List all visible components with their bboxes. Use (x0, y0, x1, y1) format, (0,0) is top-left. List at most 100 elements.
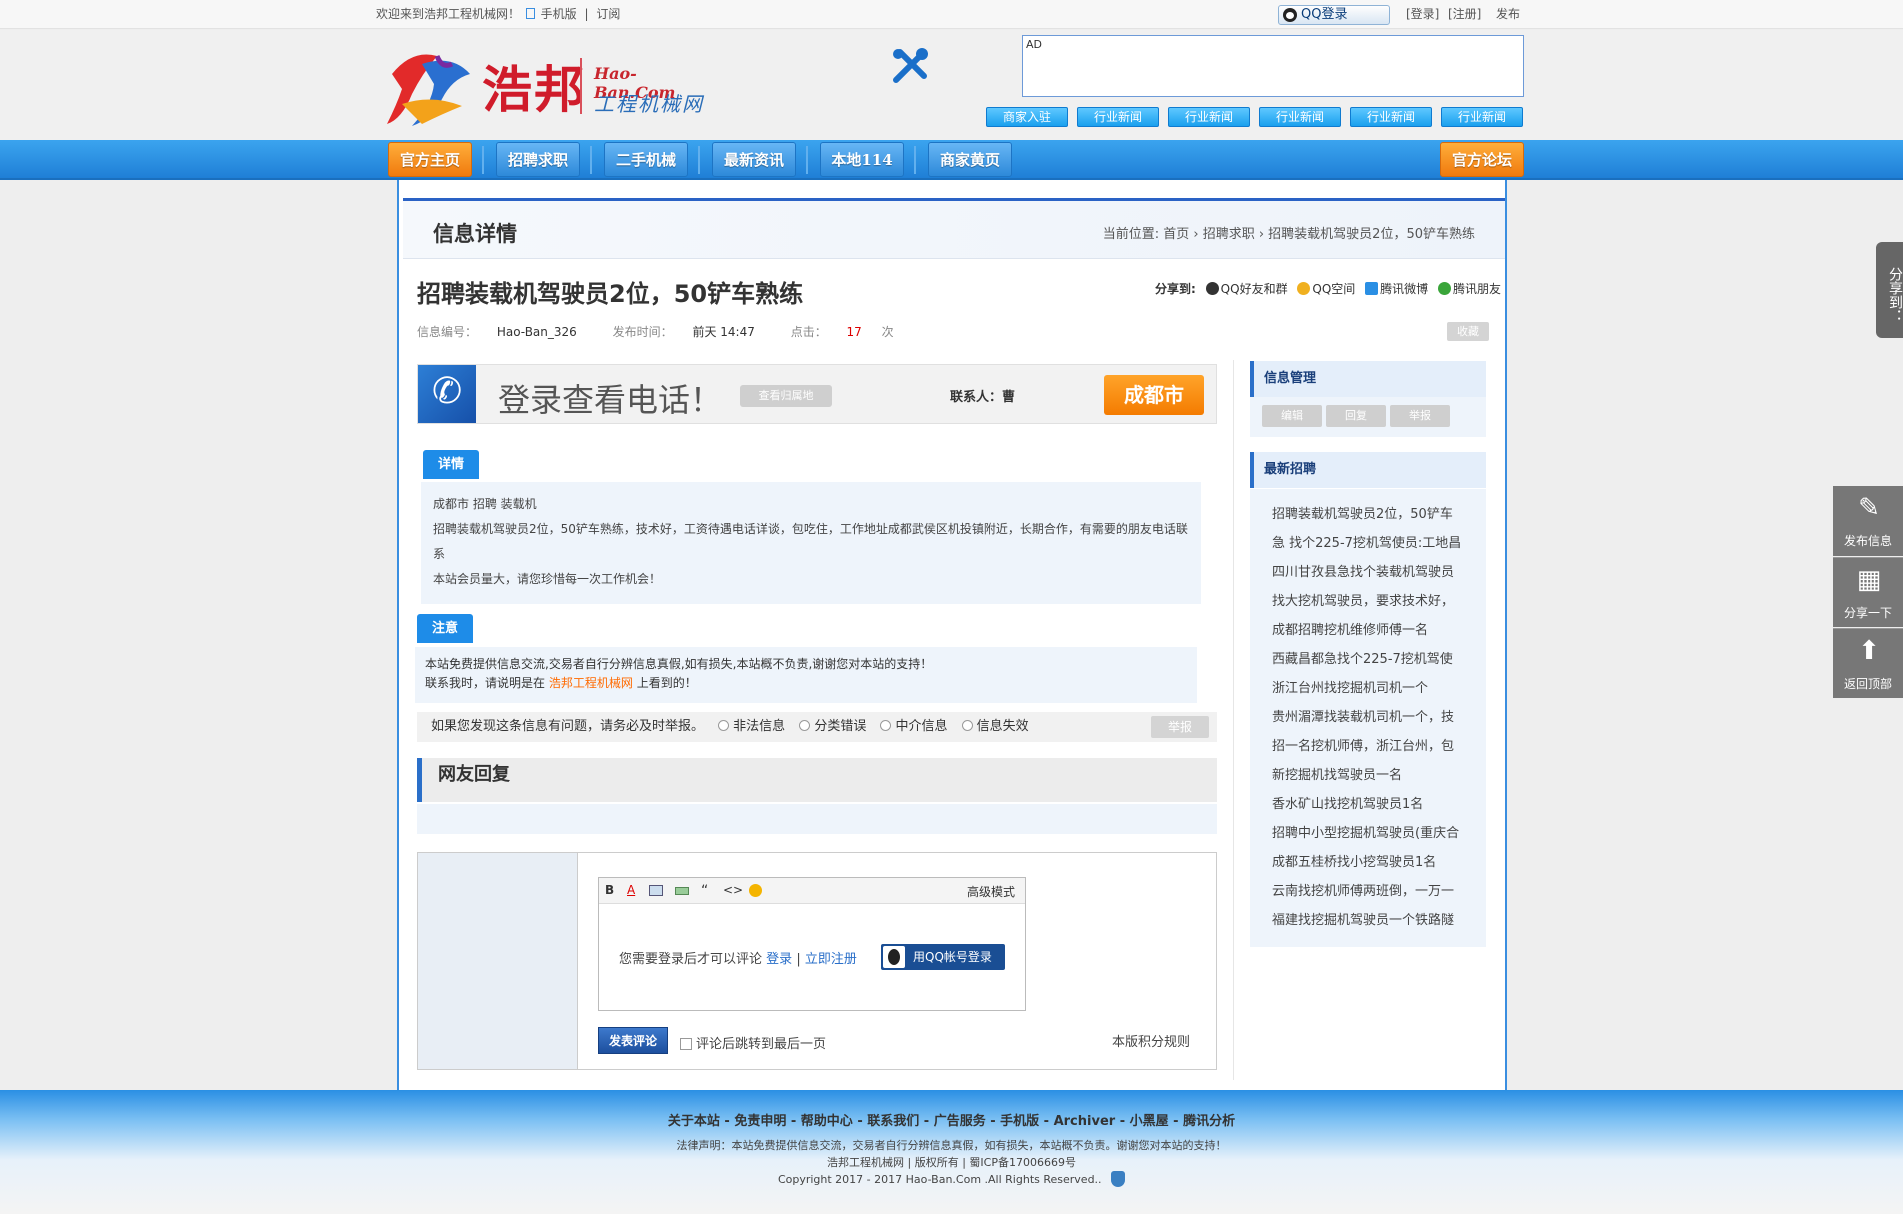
meta-time-value: 前天 14:47 (692, 325, 755, 339)
share-qq-friends[interactable]: QQ好友和群 (1205, 280, 1288, 297)
ad-banner[interactable]: AD (1022, 35, 1524, 97)
recent-job-item[interactable]: 新挖掘机找驾驶员一名 (1272, 764, 1472, 783)
recent-job-item[interactable]: 招聘装载机驾驶员2位，50铲车 (1272, 503, 1472, 522)
float-publish-button[interactable]: ✎ 发布信息 (1833, 486, 1903, 556)
back-to-top-button[interactable]: ⬆ 返回顶部 (1833, 628, 1903, 698)
code-icon[interactable]: <> (723, 883, 743, 897)
nav-jobs[interactable]: 招聘求职 (496, 142, 580, 177)
qr-code-icon: ▦ (1856, 565, 1882, 595)
share-tencent-weibo[interactable]: 腾讯微博 (1365, 280, 1428, 297)
footer-legal: 法律声明：本站免费提供信息交流，交易者自行分辨信息真假，如有损失，本站概不负责。… (676, 1139, 1227, 1152)
subscribe-link[interactable]: 订阅 (596, 7, 620, 21)
mobile-link[interactable]: 手机版 (541, 7, 577, 21)
report-option-expired[interactable]: 信息失效 (952, 719, 1029, 734)
qq-login-button[interactable]: QQ登录 (1278, 5, 1390, 25)
report-option-wrong-category[interactable]: 分类错误 (789, 719, 866, 734)
report-bar: 如果您发现这条信息有问题，请务必及时举报。 非法信息 分类错误 中介信息 信息失… (417, 712, 1217, 742)
breadcrumb[interactable]: 当前位置: 首页 › 招聘求职 › 招聘装载机驾驶员2位，50铲车熟练 (1103, 223, 1475, 242)
recent-job-item[interactable]: 西藏昌都急找个225-7挖机驾使 (1272, 648, 1472, 667)
meta-clicks: 点击： 17 次 (791, 325, 910, 339)
share-side-tab[interactable]: 分享到： (1876, 242, 1903, 338)
comment-login-link[interactable]: 登录 (766, 952, 792, 967)
recent-job-item[interactable]: 成都五桂桥找小挖驾驶员1名 (1272, 851, 1472, 870)
info-header: 信息详情 当前位置: 首页 › 招聘求职 › 招聘装载机驾驶员2位，50铲车熟练 (403, 201, 1505, 259)
content-panel: 信息详情 当前位置: 首页 › 招聘求职 › 招聘装载机驾驶员2位，50铲车熟练… (397, 180, 1507, 1090)
industry-news-button-3[interactable]: 行业新闻 (1259, 107, 1341, 127)
recent-job-item[interactable]: 找大挖机驾驶员，要求技术好， (1272, 590, 1472, 609)
share-bar: 分享到: QQ好友和群 QQ空间 腾讯微博 腾讯朋友 (1155, 280, 1501, 297)
report-option-label: 非法信息 (733, 719, 786, 734)
share-friends-label: 腾讯朋友 (1452, 282, 1501, 296)
smiley-icon[interactable] (749, 884, 762, 897)
recent-job-item[interactable]: 招聘中小型挖掘机驾驶员(重庆合 (1272, 822, 1472, 841)
share-qzone[interactable]: QQ空间 (1297, 280, 1355, 297)
nav-yellow-pages[interactable]: 商家黄页 (928, 142, 1012, 177)
meta-clicks-label: 点击： (790, 325, 827, 339)
notice-line: 本站免费提供信息交流,交易者自行分辨信息真假,如有损失,本站概不负责,谢谢您对本… (425, 657, 933, 671)
recent-job-item[interactable]: 香水矿山找挖机驾驶员1名 (1272, 793, 1472, 812)
recent-job-item[interactable]: 招一名挖机师傅，浙江台州，包 (1272, 735, 1472, 754)
recent-job-item[interactable]: 福建找挖掘机驾驶员一个铁路隧 (1272, 909, 1472, 928)
nav-used-machinery[interactable]: 二手机械 (604, 142, 688, 177)
nav-home[interactable]: 官方主页 (388, 142, 472, 177)
link-icon[interactable] (675, 887, 689, 895)
industry-news-button-5[interactable]: 行业新闻 (1441, 107, 1523, 127)
footer-links[interactable]: 关于本站 - 免责申明 - 帮助中心 - 联系我们 - 广告服务 - 手机版 -… (0, 1110, 1903, 1129)
view-location-button[interactable]: 查看归属地 (740, 385, 832, 407)
report-option-illegal[interactable]: 非法信息 (708, 719, 785, 734)
float-share-button[interactable]: ▦ 分享一下 (1833, 557, 1903, 627)
comment-editor[interactable]: B A “ <> 高级模式 您需要登录后才可以评论 登录 | 立即注册 用QQ帐… (598, 877, 1026, 1011)
report-button[interactable]: 举报 (1151, 716, 1209, 738)
merchant-join-button[interactable]: 商家入驻 (986, 107, 1068, 127)
nav-forum[interactable]: 官方论坛 (1440, 142, 1524, 177)
phone-icon: ✆ (418, 365, 476, 423)
qq-account-login-button[interactable]: 用QQ帐号登录 (881, 944, 1005, 970)
advanced-mode-link[interactable]: 高级模式 (967, 883, 1015, 900)
float-publish-label: 发布信息 (1843, 534, 1892, 548)
industry-news-button-1[interactable]: 行业新闻 (1077, 107, 1159, 127)
edit-icon: ✎ (1858, 493, 1880, 523)
jump-last-page-checkbox[interactable]: 评论后跳转到最后一页 (680, 1033, 826, 1052)
font-color-icon[interactable]: A (627, 883, 635, 897)
post-comment-button[interactable]: 发表评论 (598, 1027, 668, 1054)
ad-label: AD (1026, 38, 1042, 51)
industry-news-button-4[interactable]: 行业新闻 (1350, 107, 1432, 127)
points-rules-link[interactable]: 本版积分规则 (1112, 1031, 1190, 1050)
edit-button[interactable]: 编辑 (1262, 405, 1322, 427)
report-side-button[interactable]: 举报 (1390, 405, 1450, 427)
recent-job-item[interactable]: 四川甘孜县急找个装载机驾驶员 (1272, 561, 1472, 580)
bold-icon[interactable]: B (605, 883, 614, 897)
recent-job-item[interactable]: 云南找挖机师傅两班倒，一万一 (1272, 880, 1472, 899)
nav-divider (482, 146, 484, 174)
security-shield-icon[interactable] (1111, 1171, 1126, 1187)
notice-text: 联系我时，请说明是在 (425, 676, 546, 690)
favorite-button[interactable]: 收藏 (1447, 322, 1489, 341)
recent-job-item[interactable]: 贵州湄潭找装载机司机一个，技 (1272, 706, 1472, 725)
nav-news[interactable]: 最新资讯 (712, 142, 796, 177)
nav-local114[interactable]: 本地114 (820, 142, 904, 177)
quote-icon[interactable]: “ (701, 883, 708, 899)
back-to-top-label: 返回顶部 (1843, 677, 1892, 691)
recent-job-item[interactable]: 急 找个225-7挖机驾使员:工地昌 (1272, 532, 1472, 551)
meta-id-label: 信息编号： (417, 325, 478, 339)
recent-job-item[interactable]: 成都招聘挖机维修师傅一名 (1272, 619, 1472, 638)
login-link[interactable]: [登录] (1406, 0, 1439, 29)
reply-button[interactable]: 回复 (1326, 405, 1386, 427)
recent-job-item[interactable]: 浙江台州找挖掘机司机一个 (1272, 677, 1472, 696)
login-view-phone[interactable]: 登录查看电话！ (498, 375, 722, 421)
register-link[interactable]: [注册] (1448, 0, 1481, 29)
image-icon[interactable] (649, 885, 663, 896)
qq-penguin-icon (1283, 8, 1297, 22)
comment-register-link[interactable]: 立即注册 (805, 952, 857, 967)
nav-divider (698, 146, 700, 174)
share-tencent-friends[interactable]: 腾讯朋友 (1437, 280, 1501, 297)
site-name-link[interactable]: 浩邦工程机械网 (549, 676, 633, 690)
meta-id: 信息编号： Hao-Ban_326 (417, 325, 593, 339)
sidebar-divider (1233, 360, 1234, 1080)
industry-news-button-2[interactable]: 行业新闻 (1168, 107, 1250, 127)
separator: | (584, 7, 589, 21)
site-logo[interactable]: 浩邦 Hao-Ban.Com 工程机械网 (382, 44, 712, 130)
footer-copyright: Copyright 2017 - 2017 Hao-Ban.Com .All R… (0, 1171, 1903, 1187)
report-option-agency[interactable]: 中介信息 (870, 719, 947, 734)
comment-box: B A “ <> 高级模式 您需要登录后才可以评论 登录 | 立即注册 用QQ帐… (417, 852, 1217, 1070)
